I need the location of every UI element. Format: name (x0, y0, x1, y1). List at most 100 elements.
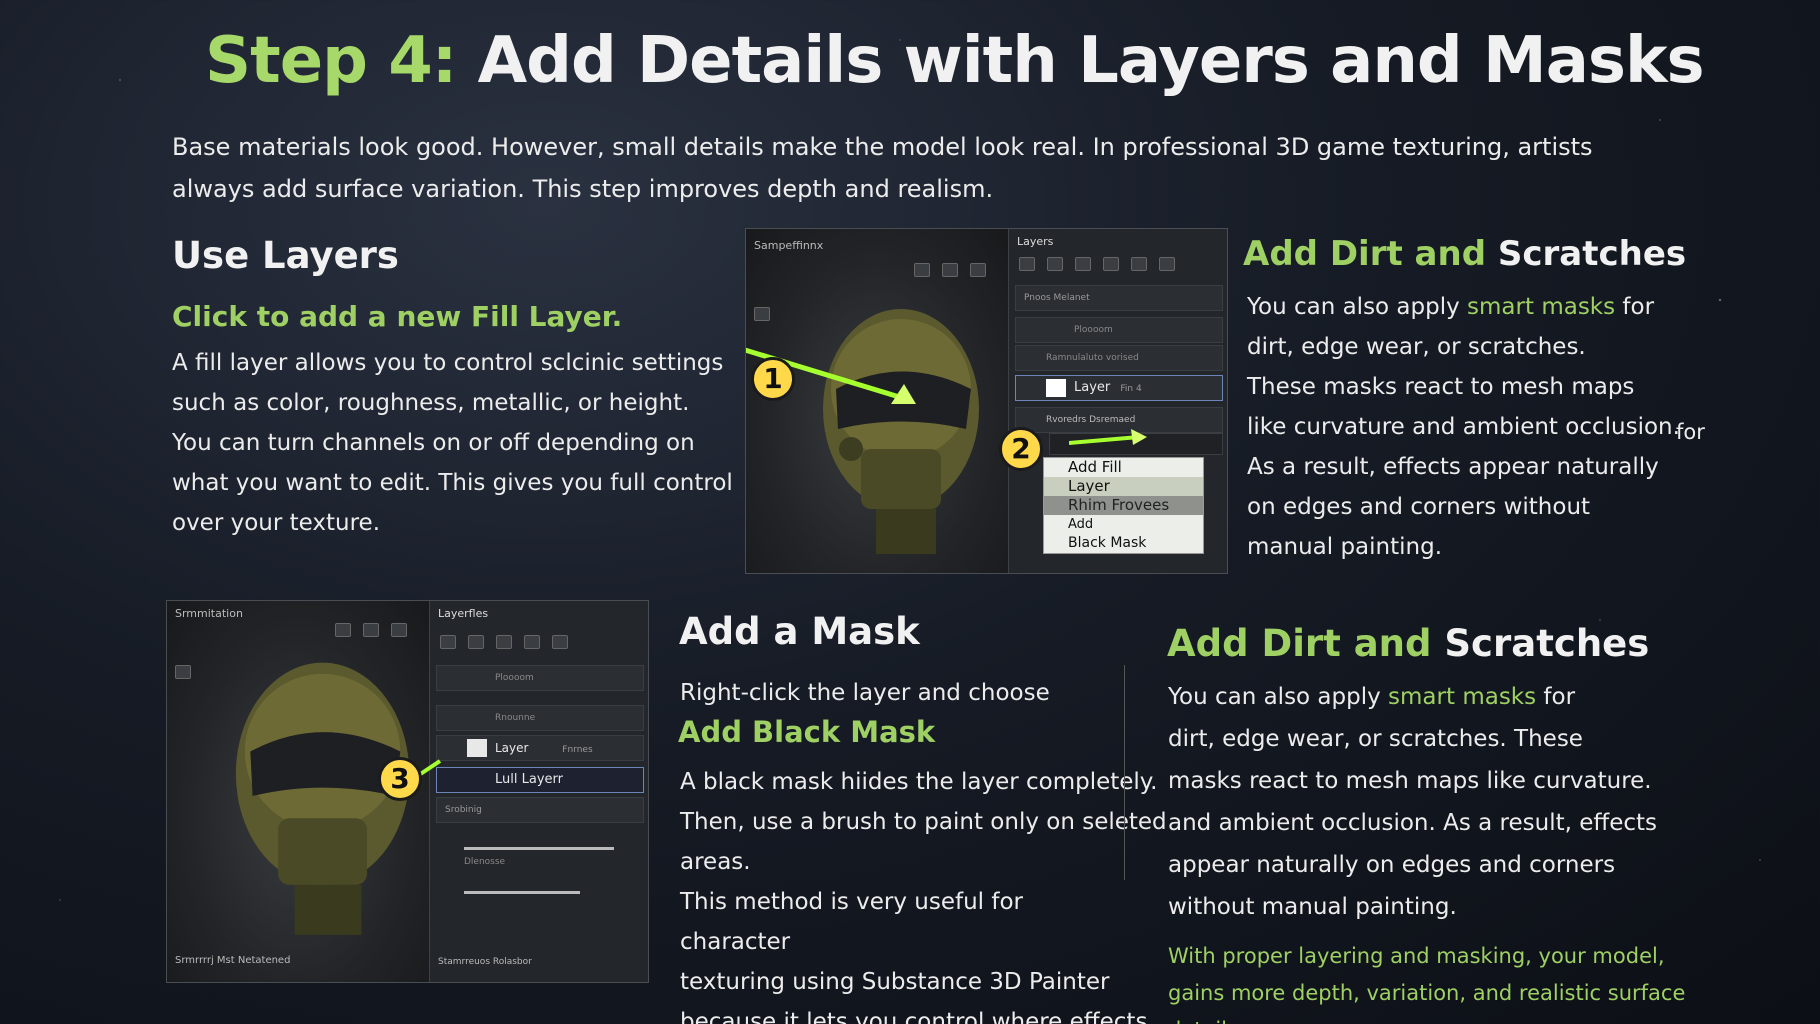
stray-text: for (1676, 420, 1705, 444)
text-post: for (1536, 684, 1576, 710)
text-line: what you want to edit. This gives you fu… (172, 470, 733, 496)
folder-icon[interactable] (1075, 257, 1091, 271)
effect-icon[interactable] (552, 635, 568, 649)
layer-label: Layer (495, 741, 529, 755)
slider-track-2[interactable] (464, 891, 580, 894)
step-badge-1: 1 (751, 357, 795, 401)
step-badge-3: 3 (378, 757, 422, 801)
layer-row-b[interactable]: Rnounne (436, 705, 644, 731)
add-mask-heading: Add a Mask (679, 610, 920, 653)
text-line: A fill layer allows you to control sclci… (172, 350, 724, 376)
dirt-text-2: You can also apply smart masks for dirt,… (1168, 676, 1668, 928)
text-line: A black mask hiides the layer completely… (680, 769, 1158, 795)
text-line: appear naturally on edges and corners (1168, 852, 1616, 878)
add-mask-text: A black mask hiides the layer completely… (680, 762, 1167, 1024)
text-line: dirt, edge wear, or scratches. These (1168, 726, 1583, 752)
text-line: and ambient occlusion. As a result, effe… (1168, 810, 1658, 836)
dirt-heading-and: and (1353, 622, 1432, 665)
text-line: texturing using Substance 3D Painter (680, 969, 1110, 995)
use-layers-heading: Use Layers (172, 234, 399, 277)
menu-item-black-mask[interactable]: Black Mask (1044, 534, 1203, 553)
person-icon[interactable] (942, 263, 958, 277)
menu-item-rhim[interactable]: Rhim Frovees (1044, 496, 1203, 515)
text-line: dirt, edge wear, or scratches. (1247, 334, 1586, 360)
use-layers-text: A fill layer allows you to control sclci… (172, 343, 752, 543)
slider-label: Dlenosse (464, 857, 506, 867)
footer-line: With proper layering and masking, your m… (1168, 944, 1665, 968)
text-line: like curvature and ambient occlusion. (1247, 414, 1680, 440)
paint-icon[interactable] (440, 635, 456, 649)
step-label: Step 4: (205, 24, 457, 98)
viewport-title: Sampeffinnx (754, 239, 824, 252)
text-line: This method is very useful for character (680, 889, 1023, 955)
camera-icon[interactable] (914, 263, 930, 277)
menu-item-add[interactable]: Add (1044, 515, 1203, 534)
layers-icon[interactable] (970, 263, 986, 277)
menu-item-add-fill[interactable]: Add Fill (1044, 458, 1203, 477)
text-line: These masks react to mesh maps (1247, 374, 1635, 400)
layers-panel-title: Layers (1017, 235, 1054, 248)
smart-masks-term: smart masks (1467, 294, 1616, 320)
text-post: for (1615, 294, 1655, 320)
viewport-footer: Srmrrrrj Mst Netatened (175, 955, 291, 966)
add-black-mask-subheading: Add Black Mask (678, 715, 936, 749)
text-line: Then, use a brush to paint only on selet… (680, 809, 1167, 835)
text-line: because it lets you control where effect… (680, 1009, 1148, 1024)
dirt-heading-white: Scratches (1497, 234, 1687, 274)
text-line: You can turn channels on or off dependin… (172, 430, 695, 456)
layer-row-a[interactable]: Ploooom (1015, 317, 1223, 343)
layer-row[interactable]: Layer Fnrnes (436, 735, 644, 761)
layers-icon[interactable] (391, 623, 407, 637)
painter-screenshot-top: Sampeffinnx 1 Layers Pnoos Melanet Plooo… (745, 228, 1228, 574)
text-line: manual painting. (1247, 534, 1443, 560)
fill-icon[interactable] (1047, 257, 1063, 271)
layer-row-c[interactable]: Srobinig (436, 797, 644, 823)
slider-track[interactable] (464, 847, 614, 850)
fill-layer-row[interactable]: Layer Fin 4 (1015, 375, 1223, 401)
camera-icon[interactable] (335, 623, 351, 637)
viewport-title: Srmmitation (175, 607, 243, 620)
title-text: Add Details with Layers and Masks (477, 24, 1705, 98)
person-icon[interactable] (363, 623, 379, 637)
text-line: over your texture. (172, 510, 381, 536)
layer-label: Layer (1074, 380, 1111, 395)
mask-icon[interactable] (524, 635, 540, 649)
menu-item-layer[interactable]: Layer (1044, 477, 1203, 496)
fill-icon[interactable] (468, 635, 484, 649)
dirt-heading-green: Add Dirt and (1243, 234, 1487, 274)
add-mask-line1: Right-click the layer and choose (680, 680, 1050, 706)
paint-icon[interactable] (1019, 257, 1035, 271)
dirt-text-1: You can also apply smart masks for dirt,… (1247, 287, 1717, 567)
smart-masks-term: smart masks (1388, 684, 1537, 710)
properties-row: Pnoos Melanet (1015, 285, 1223, 311)
tool-icon[interactable] (175, 665, 191, 679)
folder-icon[interactable] (496, 635, 512, 649)
text-line: areas. (680, 849, 751, 875)
text-line: such as color, roughness, metallic, or h… (172, 390, 690, 416)
layers-panel-title: Layerfles (438, 607, 489, 620)
footer-line: gains more depth, variation, and realist… (1168, 981, 1686, 1005)
delete-icon[interactable] (1159, 257, 1175, 271)
layer-row-b[interactable]: Ramnulaluto vorised (1015, 345, 1223, 371)
context-menu: Add Fill Layer Rhim Frovees Add Black Ma… (1043, 457, 1204, 554)
text-line: As a result, effects appear naturally (1247, 454, 1659, 480)
text-line: You can also apply smart masks for (1247, 287, 1717, 327)
dirt-heading-green: Add Dirt (1167, 622, 1341, 665)
layer-tag: Fnrnes (562, 745, 593, 755)
text-pre: You can also apply (1247, 294, 1468, 320)
text-line: masks react to mesh maps like curvature. (1168, 768, 1652, 794)
layer-tag: Fin 4 (1120, 384, 1142, 394)
fill-layer-row[interactable]: Lull Layerr (436, 767, 644, 793)
page-title: Step 4: Add Details with Layers and Mask… (205, 24, 1705, 98)
layers-panel: Layerfles Ploooom Rnounne Layer Fnrnes L… (378, 601, 648, 982)
divider (1124, 665, 1125, 880)
viewport[interactable]: Sampeffinnx 1 (746, 229, 1008, 573)
check-icon (1046, 379, 1066, 397)
layer-row-a[interactable]: Ploooom (436, 665, 644, 691)
effect-icon[interactable] (1131, 257, 1147, 271)
mask-icon[interactable] (1103, 257, 1119, 271)
intro-paragraph: Base materials look good. However, small… (172, 133, 1593, 203)
fill-layer-subheading: Click to add a new Fill Layer. (172, 300, 623, 333)
text-line: You can also apply smart masks for (1168, 676, 1668, 718)
panel-footer: Stamrreuos Rolasbor (438, 957, 532, 967)
